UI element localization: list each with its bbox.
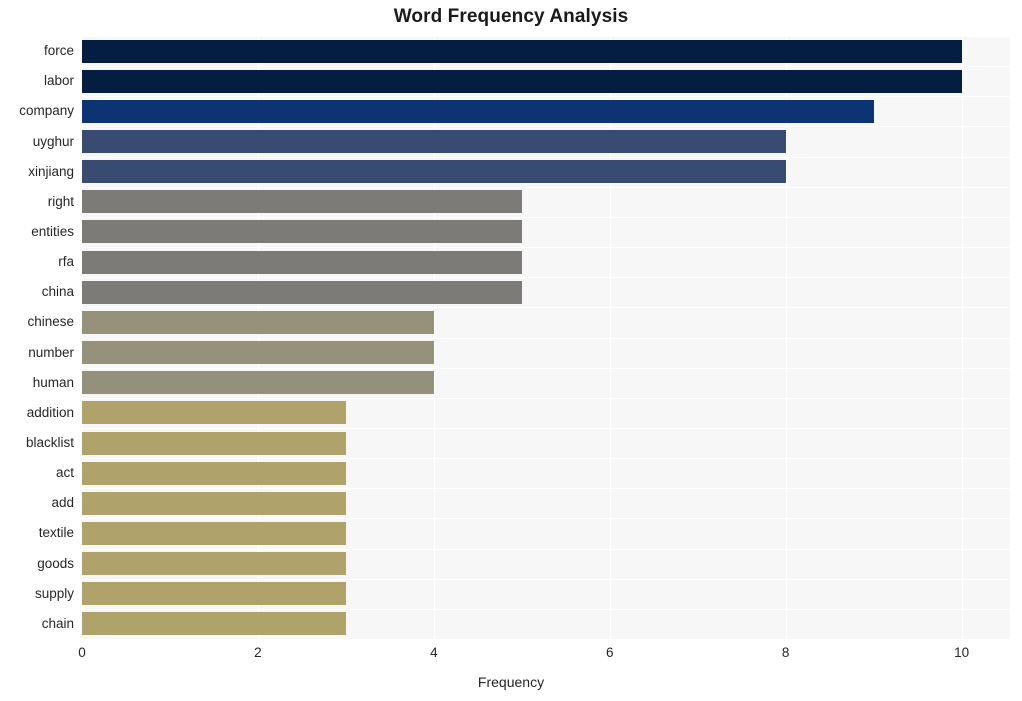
bar (82, 612, 346, 636)
gridline-horizontal (82, 518, 1010, 519)
gridline-vertical (82, 36, 83, 639)
y-axis-label: entities (31, 223, 74, 239)
gridline-horizontal (82, 36, 1010, 37)
gridline-horizontal (82, 368, 1010, 369)
bar (82, 582, 346, 606)
x-axis-tick-label: 10 (954, 645, 970, 660)
bar (82, 220, 522, 244)
bar (82, 371, 434, 395)
y-axis-label: labor (43, 73, 74, 89)
bar (82, 160, 786, 184)
gridline-vertical (609, 36, 611, 639)
bar (82, 461, 346, 485)
x-axis-tick-label: 2 (254, 645, 262, 660)
y-axis-label: china (41, 284, 74, 300)
bar (82, 521, 346, 545)
gridline-horizontal (82, 307, 1010, 308)
gridline-horizontal (82, 609, 1010, 610)
x-axis-tick-label: 8 (781, 645, 790, 660)
y-axis-label: supply (34, 585, 74, 601)
y-axis-label: goods (37, 555, 74, 571)
bar (82, 250, 522, 274)
gridline-horizontal (82, 458, 1010, 459)
gridline-horizontal (82, 277, 1010, 278)
gridline-vertical (433, 36, 435, 639)
gridline-horizontal (82, 217, 1010, 218)
y-axis-label: number (28, 344, 74, 360)
gridline-vertical (785, 36, 787, 639)
y-axis-label: act (55, 465, 74, 481)
gridline-horizontal (82, 428, 1010, 429)
y-axis-label: chain (41, 615, 74, 631)
y-axis-label: xinjiang (28, 163, 74, 179)
y-axis-label: right (47, 193, 74, 209)
y-axis-label: force (43, 43, 74, 59)
gridline-horizontal (82, 66, 1010, 67)
y-axis-label: chinese (27, 314, 74, 330)
y-axis-label: rfa (58, 254, 74, 270)
y-axis-label: textile (38, 525, 74, 541)
bar (82, 491, 346, 515)
gridline-vertical (257, 36, 259, 639)
bar (82, 341, 434, 365)
bar (82, 69, 962, 93)
x-axis-tick-labels: 0 2 4 6 8 10 (0, 645, 1022, 667)
gridline-horizontal (82, 126, 1010, 127)
gridline-horizontal (82, 549, 1010, 550)
bar (82, 401, 346, 425)
y-axis-category-labels: force labor company uyghur xinjiang right enti… (0, 36, 74, 639)
gridline-horizontal (82, 96, 1010, 97)
gridline-horizontal (82, 187, 1010, 188)
y-axis-label: company (19, 103, 74, 119)
x-axis-tick-label: 6 (606, 645, 614, 660)
bar (82, 431, 346, 455)
gridline-horizontal (82, 579, 1010, 580)
y-axis-label: addition (26, 404, 74, 420)
gridline-horizontal (82, 247, 1010, 248)
plot-area (82, 36, 1010, 639)
bar (82, 190, 522, 214)
bar (82, 552, 346, 576)
x-axis-tick-label: 4 (430, 645, 438, 660)
x-axis-title: Frequency (477, 674, 545, 690)
y-axis-label: human (32, 374, 74, 390)
chart-title: Word Frequency Analysis (393, 6, 629, 27)
bar (82, 130, 786, 154)
bar (82, 39, 962, 63)
gridline-vertical (961, 36, 963, 639)
x-axis-tick-label: 0 (78, 645, 86, 660)
gridline-horizontal (82, 488, 1010, 489)
y-axis-label: blacklist (25, 435, 74, 451)
gridline-horizontal (82, 338, 1010, 339)
gridline-horizontal (82, 157, 1010, 158)
bar (82, 310, 434, 334)
gridline-horizontal (82, 398, 1010, 399)
y-axis-label: add (51, 495, 74, 511)
word-frequency-bar-chart: Word Frequency Analysis force labor compan… (0, 0, 1022, 701)
bar (82, 99, 874, 123)
y-axis-label: uyghur (32, 133, 74, 149)
bar (82, 280, 522, 304)
